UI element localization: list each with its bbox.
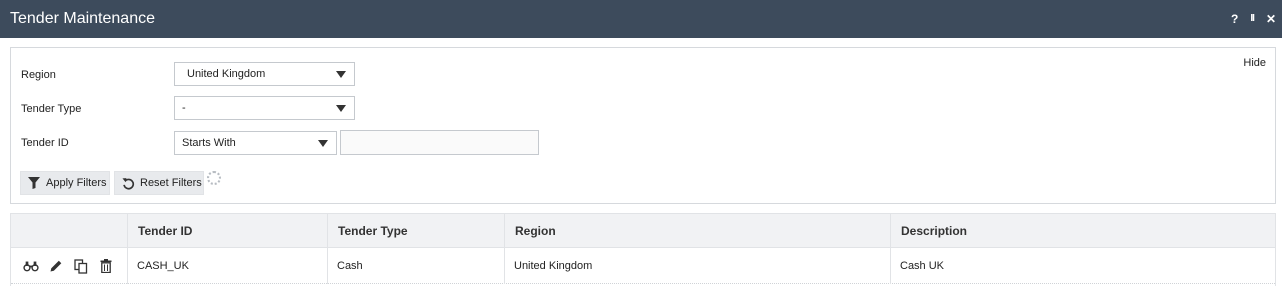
tender-type-label: Tender Type	[21, 103, 82, 115]
cell-region: United Kingdom	[504, 248, 890, 284]
chevron-down-icon	[336, 105, 346, 112]
row-actions	[23, 258, 114, 274]
window-title: Tender Maintenance	[10, 10, 155, 27]
region-select-value: United Kingdom	[187, 68, 266, 80]
filter-panel: Hide Region United Kingdom Tender Type -…	[10, 47, 1276, 204]
window-controls: ? II ✕	[1231, 0, 1276, 38]
apply-filters-label: Apply Filters	[46, 177, 107, 189]
title-bar: Tender Maintenance ? II ✕	[0, 0, 1282, 38]
help-button[interactable]: ?	[1231, 13, 1238, 25]
column-header-tender-id[interactable]: Tender ID	[127, 214, 327, 248]
copy-icon[interactable]	[73, 258, 89, 274]
tender-id-input[interactable]	[340, 130, 539, 155]
cell-tender-type: Cash	[327, 248, 504, 284]
view-icon[interactable]	[23, 258, 39, 274]
grid-header: Tender ID Tender Type Region Description	[11, 214, 1275, 248]
region-label: Region	[21, 69, 56, 81]
delete-icon[interactable]	[98, 258, 114, 274]
cell-tender-id: CASH_UK	[127, 248, 327, 284]
tender-id-operator-select[interactable]: Starts With	[174, 131, 337, 155]
column-header-description[interactable]: Description	[890, 214, 1275, 248]
column-header-region[interactable]: Region	[504, 214, 890, 248]
tender-type-select[interactable]: -	[174, 96, 355, 120]
cell-description: Cash UK	[890, 248, 1275, 284]
reset-icon	[121, 176, 135, 190]
actions-column-header	[11, 214, 127, 248]
loading-spinner-icon	[207, 171, 221, 185]
close-button[interactable]: ✕	[1266, 13, 1276, 25]
chevron-down-icon	[318, 140, 328, 147]
chevron-down-icon	[336, 71, 346, 78]
tender-id-label: Tender ID	[21, 137, 69, 149]
filter-icon	[27, 176, 41, 190]
edit-icon[interactable]	[48, 258, 64, 274]
tender-type-select-value: -	[182, 102, 186, 114]
region-select[interactable]: United Kingdom	[174, 62, 355, 86]
tender-id-operator-value: Starts With	[182, 137, 236, 149]
reset-filters-button[interactable]: Reset Filters	[114, 171, 204, 195]
apply-filters-button[interactable]: Apply Filters	[20, 171, 110, 195]
reset-filters-label: Reset Filters	[140, 177, 202, 189]
hide-filters-link[interactable]: Hide	[1243, 57, 1266, 69]
column-header-tender-type[interactable]: Tender Type	[327, 214, 504, 248]
tender-grid: Tender ID Tender Type Region Description…	[10, 213, 1276, 286]
pause-button[interactable]: II	[1250, 14, 1254, 24]
table-row[interactable]: CASH_UK Cash United Kingdom Cash UK	[11, 248, 1275, 284]
